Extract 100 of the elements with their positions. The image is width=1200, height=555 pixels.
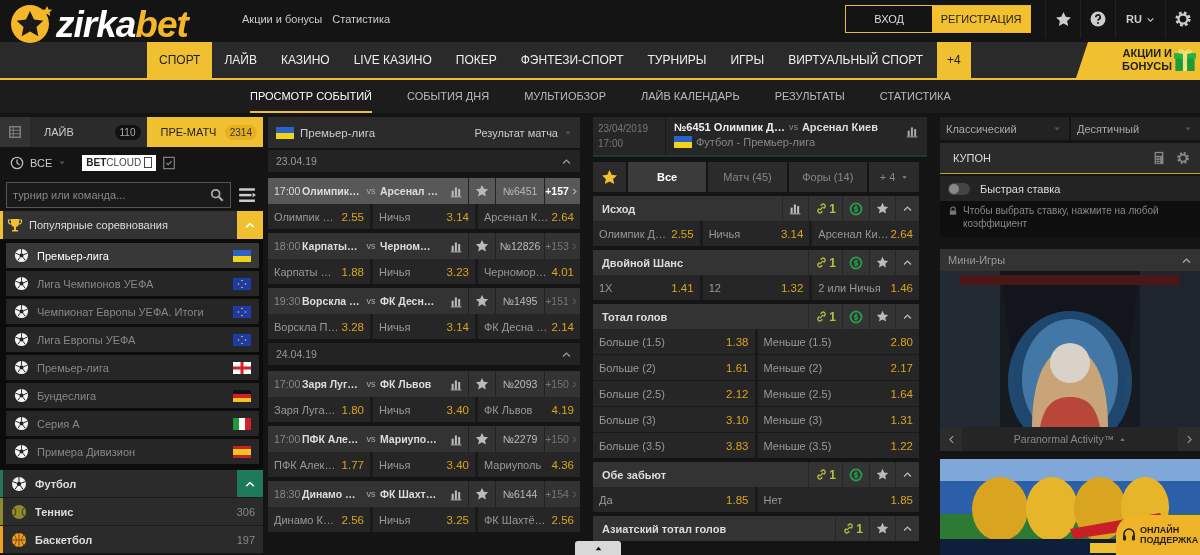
subnav-tab[interactable]: СОБЫТИЯ ДНЯ: [406, 80, 490, 113]
competition-item[interactable]: Бундеслига: [6, 383, 259, 408]
stats-icon[interactable]: [789, 202, 803, 215]
date-header[interactable]: 23.04.19: [268, 150, 580, 172]
competition-item[interactable]: Чемпионат Европы УЕФА. Итоги: [6, 299, 259, 324]
stats-icon[interactable]: [449, 487, 463, 501]
odds-button[interactable]: Больше (1.5) 1.38: [593, 329, 755, 354]
nav-tab[interactable]: ПОКЕР: [443, 42, 509, 78]
odds-button[interactable]: 12 1.32: [702, 275, 810, 300]
competition-item[interactable]: Премьер-лига: [6, 243, 259, 268]
market-select[interactable]: Результат матча: [474, 126, 558, 139]
format-select[interactable]: Десятичный: [1071, 117, 1200, 140]
odds-button[interactable]: Ничья 3.40: [373, 397, 475, 422]
odds-button[interactable]: Больше (2.5) 2.12: [593, 381, 755, 406]
nav-tab[interactable]: ВИРТУАЛЬНЫЙ СПОРТ: [776, 42, 936, 78]
linked-bets-count[interactable]: 1: [835, 516, 869, 541]
competition-item[interactable]: Лига Европы УЕФА: [6, 327, 259, 352]
market-header[interactable]: Обе забьют 1: [593, 462, 919, 487]
coin-icon[interactable]: [849, 309, 863, 324]
competition-item[interactable]: Примера Дивизион: [6, 439, 259, 464]
support-badge[interactable]: ОНЛАЙН ПОДДЕРЖКА: [1116, 515, 1200, 555]
sidebar-tab[interactable]: ПРЕ-МАТЧ 2314: [146, 117, 263, 147]
subnav-tab[interactable]: МУЛЬТИОБЗОР: [524, 80, 606, 113]
event-header[interactable]: 18:30 Динамо … vs ФК Шахт… №6144 +154: [268, 481, 580, 507]
odds-button[interactable]: Мариуполь 4.36: [478, 452, 580, 477]
search-icon[interactable]: [210, 187, 224, 202]
event-header[interactable]: 18:00 Карпаты… vs Черном… №12826 +153: [268, 233, 580, 259]
star-icon[interactable]: [876, 202, 889, 215]
market-tab[interactable]: Матч (45): [708, 162, 787, 192]
language-select[interactable]: RU: [1115, 0, 1165, 38]
odds-button[interactable]: 2 или Ничья 1.46: [812, 275, 919, 300]
market-header[interactable]: Тотал голов 1: [593, 304, 919, 329]
market-header[interactable]: Исход 1: [593, 196, 919, 221]
chevron-up-icon[interactable]: [902, 257, 913, 268]
event-header[interactable]: 17:00 Олимпик… vs Арсенал … №6451 +157: [268, 178, 580, 204]
coin-icon[interactable]: [849, 201, 863, 216]
odds-button[interactable]: Нет 1.85: [757, 487, 919, 512]
subnav-tab[interactable]: СТАТИСТИКА: [879, 80, 951, 113]
betcloud-toggle[interactable]: BETCLOUD: [82, 154, 157, 171]
chevron-up-icon[interactable]: [902, 311, 913, 322]
odds-button[interactable]: Меньше (2.5) 1.64: [757, 381, 919, 406]
star-icon[interactable]: [475, 377, 489, 391]
odds-button[interactable]: Ничья 3.23: [373, 259, 475, 284]
filter-select[interactable]: ВСЕ: [30, 156, 53, 169]
stats-icon[interactable]: [449, 239, 463, 253]
odds-button[interactable]: Ничья 3.14: [373, 314, 475, 339]
subnav-tab[interactable]: ЛАЙВ КАЛЕНДАРЬ: [640, 80, 740, 113]
event-header[interactable]: 17:00 Заря Луг… vs ФК Львов №2093 +150: [268, 371, 580, 397]
date-header[interactable]: 24.04.19: [268, 343, 580, 365]
subnav-tab[interactable]: ПРОСМОТР СОБЫТИЙ: [250, 80, 372, 113]
search-field[interactable]: турнир или команда...: [6, 181, 231, 208]
odds-button[interactable]: Ничья 3.40: [373, 452, 475, 477]
coin-icon[interactable]: [849, 467, 863, 482]
odds-button[interactable]: Арсенал К… 2.64: [478, 204, 580, 229]
subnav-tab[interactable]: РЕЗУЛЬТАТЫ: [774, 80, 845, 113]
grid-view-button[interactable]: [0, 117, 30, 147]
nav-tab[interactable]: ИГРЫ: [718, 42, 777, 78]
odds-button[interactable]: Арсенал Ки… 2.64: [812, 221, 919, 246]
header-link[interactable]: Акции и бонусы: [242, 13, 323, 25]
star-icon[interactable]: [475, 432, 489, 446]
star-icon[interactable]: [876, 310, 889, 323]
event-header[interactable]: 19:30 Ворскла … vs ФК Десн… №1495 +151: [268, 288, 580, 314]
odds-button[interactable]: Олимпик Д… 2.55: [593, 221, 700, 246]
market-tab[interactable]: Все: [628, 162, 707, 192]
nav-tab[interactable]: ТУРНИРЫ: [635, 42, 719, 78]
odds-button[interactable]: Ничья 3.14: [702, 221, 810, 246]
chevron-up-icon[interactable]: [902, 469, 913, 480]
competition-item[interactable]: Премьер-лига: [6, 355, 259, 380]
odds-button[interactable]: Меньше (1.5) 2.80: [757, 329, 919, 354]
odds-button[interactable]: Меньше (3) 1.31: [757, 407, 919, 432]
market-tab[interactable]: Форы (14): [788, 162, 867, 192]
login-button[interactable]: ВХОД: [846, 6, 933, 32]
star-icon[interactable]: [876, 256, 889, 269]
star-icon[interactable]: [876, 522, 889, 535]
nav-tab[interactable]: КАЗИНО: [268, 42, 342, 78]
stats-icon[interactable]: [449, 377, 463, 391]
stats-icon[interactable]: [449, 184, 463, 198]
previous-button[interactable]: [940, 427, 962, 451]
odds-button[interactable]: ПФК Алек… 1.77: [268, 452, 370, 477]
event-header[interactable]: 17:00 ПФК Але… vs Мариупо… №2279 +150: [268, 426, 580, 452]
odds-button[interactable]: Динамо К… 2.56: [268, 507, 370, 532]
star-icon[interactable]: [876, 468, 889, 481]
market-header[interactable]: Азиатский тотал голов 1: [593, 516, 919, 541]
more-tab[interactable]: +4: [937, 42, 971, 78]
odds-button[interactable]: Ворскла П… 3.28: [268, 314, 370, 339]
odds-button[interactable]: Да 1.85: [593, 487, 755, 512]
odds-button[interactable]: Олимпик … 2.55: [268, 204, 370, 229]
toggle-switch[interactable]: [948, 182, 970, 195]
market-tab[interactable]: + 4: [869, 162, 919, 192]
odds-button[interactable]: 1X 1.41: [593, 275, 700, 300]
odds-button[interactable]: Ничья 3.14: [373, 204, 475, 229]
nav-tab[interactable]: ФЭНТЕЗИ-СПОРТ: [508, 42, 636, 78]
stats-icon[interactable]: [449, 294, 463, 308]
nav-tab[interactable]: ЛАЙВ: [212, 42, 269, 78]
odds-button[interactable]: Ничья 3.25: [373, 507, 475, 532]
odds-button[interactable]: Меньше (3.5) 1.22: [757, 433, 919, 458]
settings-icon[interactable]: [1176, 151, 1190, 165]
odds-button[interactable]: ФК Львов 4.19: [478, 397, 580, 422]
sport-item[interactable]: Баскетбол 197: [0, 526, 263, 554]
star-icon[interactable]: [475, 184, 489, 198]
